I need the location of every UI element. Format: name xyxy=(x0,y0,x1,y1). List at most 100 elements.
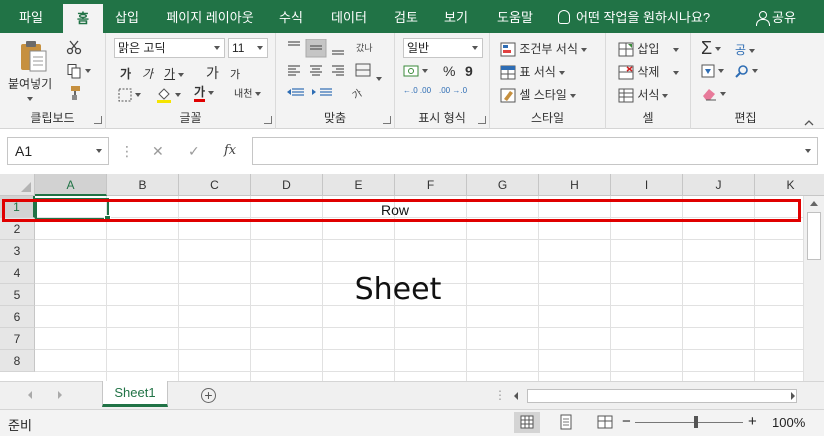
zoom-slider-thumb[interactable] xyxy=(694,416,698,428)
font-group-label: 글꼴 xyxy=(179,111,202,125)
expand-formula-bar-icon[interactable] xyxy=(805,149,811,153)
column-header-i[interactable]: I xyxy=(611,174,683,196)
paste-button[interactable] xyxy=(8,39,58,73)
number-group-label: 표시 형식 xyxy=(418,111,466,125)
zoom-in-button[interactable]: + xyxy=(748,413,757,430)
normal-view-button[interactable] xyxy=(514,412,540,433)
row-header-3[interactable]: 3 xyxy=(0,240,35,262)
insert-cells-button[interactable]: 삽입 xyxy=(618,40,680,57)
borders-button[interactable] xyxy=(118,87,141,102)
delete-cells-button[interactable]: 삭제 xyxy=(618,63,680,80)
row-header-7[interactable]: 7 xyxy=(0,328,35,350)
tab-help[interactable]: 도움말 xyxy=(488,0,542,33)
increase-decimal-button[interactable]: ←.0 .00 xyxy=(403,87,431,95)
zoom-out-button[interactable]: − xyxy=(622,413,631,430)
tab-review[interactable]: 검토 xyxy=(386,0,426,33)
cut-button[interactable] xyxy=(66,39,82,55)
scroll-left-icon[interactable] xyxy=(514,392,518,400)
number-launcher[interactable] xyxy=(478,116,486,124)
accounting-format-button[interactable] xyxy=(403,63,428,78)
column-header-b[interactable]: B xyxy=(107,174,179,196)
column-header-c[interactable]: C xyxy=(179,174,251,196)
column-header-j[interactable]: J xyxy=(683,174,755,196)
prev-sheet-icon[interactable] xyxy=(28,391,32,399)
percent-button[interactable]: % xyxy=(443,63,455,79)
font-launcher[interactable] xyxy=(264,116,272,124)
tab-file[interactable]: 파일 xyxy=(8,0,54,33)
name-box[interactable]: A1 xyxy=(7,137,109,165)
fill-button[interactable] xyxy=(701,63,724,78)
phonetic-button[interactable]: 내천 xyxy=(234,85,262,100)
paste-dropdown[interactable] xyxy=(24,91,33,105)
copy-button[interactable] xyxy=(66,63,91,79)
clipboard-launcher[interactable] xyxy=(94,116,102,124)
grow-font-button[interactable]: 가 xyxy=(206,63,219,83)
add-sheet-button[interactable]: + xyxy=(201,388,216,403)
formula-input[interactable] xyxy=(252,137,818,165)
font-color-button[interactable]: 가 xyxy=(194,85,215,102)
zoom-level[interactable]: 100% xyxy=(772,415,805,430)
sort-filter-button[interactable]: 공 xyxy=(735,41,756,58)
insert-function-button[interactable]: fx xyxy=(224,137,236,165)
row-header-6[interactable]: 6 xyxy=(0,306,35,328)
column-header-e[interactable]: E xyxy=(323,174,395,196)
font-size-select[interactable]: 11 xyxy=(228,38,268,58)
vertical-scroll-thumb[interactable] xyxy=(807,212,821,260)
horizontal-scroll-thumb[interactable] xyxy=(527,389,797,403)
italic-button[interactable]: 가 xyxy=(142,65,153,82)
scroll-right-icon[interactable] xyxy=(791,392,795,400)
tab-view[interactable]: 보기 xyxy=(436,0,476,33)
tab-page-layout[interactable]: 페이지 레이아웃 xyxy=(158,0,262,33)
font-name-select[interactable]: 맑은 고딕 xyxy=(114,38,225,58)
cell-styles-button[interactable]: 셀 스타일 xyxy=(500,86,576,103)
borders-icon xyxy=(118,88,132,102)
column-header-d[interactable]: D xyxy=(251,174,323,196)
next-sheet-icon[interactable] xyxy=(58,391,62,399)
column-header-f[interactable]: F xyxy=(395,174,467,196)
horizontal-scrollbar[interactable] xyxy=(511,389,801,403)
row-header-4[interactable]: 4 xyxy=(0,262,35,284)
gridline-horizontal xyxy=(35,349,803,350)
tab-formulas[interactable]: 수식 xyxy=(272,0,310,33)
scroll-up-icon[interactable] xyxy=(810,201,818,206)
shrink-font-button[interactable]: 가 xyxy=(230,66,240,82)
collapse-ribbon-button[interactable] xyxy=(804,115,814,129)
alignment-launcher[interactable] xyxy=(383,116,391,124)
column-header-g[interactable]: G xyxy=(467,174,539,196)
conditional-formatting-button[interactable]: 조건부 서식 xyxy=(500,40,587,57)
fill-color-button[interactable] xyxy=(156,87,181,103)
sheet-tab-sheet1[interactable]: Sheet1 xyxy=(102,381,168,407)
cancel-formula-button[interactable]: ✕ xyxy=(152,137,164,165)
row-header-8[interactable]: 8 xyxy=(0,350,35,372)
gridline-vertical xyxy=(322,196,323,381)
column-header-h[interactable]: H xyxy=(539,174,611,196)
autosum-button[interactable]: Σ xyxy=(701,38,722,59)
person-icon xyxy=(756,11,770,26)
select-all-button[interactable] xyxy=(0,174,35,196)
page-break-view-button[interactable] xyxy=(592,412,618,433)
format-painter-button[interactable] xyxy=(66,85,82,101)
format-as-table-button[interactable]: 표 서식 xyxy=(500,63,565,80)
share-button[interactable]: 공유 xyxy=(756,0,796,33)
page-layout-view-button[interactable] xyxy=(553,412,579,433)
bold-button[interactable]: 가 xyxy=(120,65,131,82)
tab-insert[interactable]: 삽입 xyxy=(108,0,146,33)
tab-split-handle[interactable]: ⋮ xyxy=(494,388,506,402)
underline-button[interactable]: 가 xyxy=(164,65,185,82)
column-header-k[interactable]: K xyxy=(755,174,824,196)
column-header-a[interactable]: A xyxy=(35,174,107,196)
tab-home[interactable]: 홈 xyxy=(63,4,103,33)
merge-dropdown[interactable] xyxy=(373,71,382,85)
vertical-scrollbar[interactable] xyxy=(803,196,824,381)
number-format-select[interactable]: 일반 xyxy=(403,38,483,58)
row-header-5[interactable]: 5 xyxy=(0,284,35,306)
clear-button[interactable] xyxy=(701,86,726,101)
find-select-button[interactable] xyxy=(735,63,758,78)
tell-me-search[interactable]: 어떤 작업을 원하시나요? xyxy=(558,0,710,33)
comma-button[interactable]: 9 xyxy=(465,63,473,79)
tab-data[interactable]: 데이터 xyxy=(322,0,376,33)
enter-formula-button[interactable]: ✓ xyxy=(188,137,200,165)
zoom-slider[interactable] xyxy=(635,422,743,423)
decrease-decimal-button[interactable]: .00 →.0 xyxy=(439,87,467,95)
format-cells-button[interactable]: 서식 xyxy=(618,86,669,103)
